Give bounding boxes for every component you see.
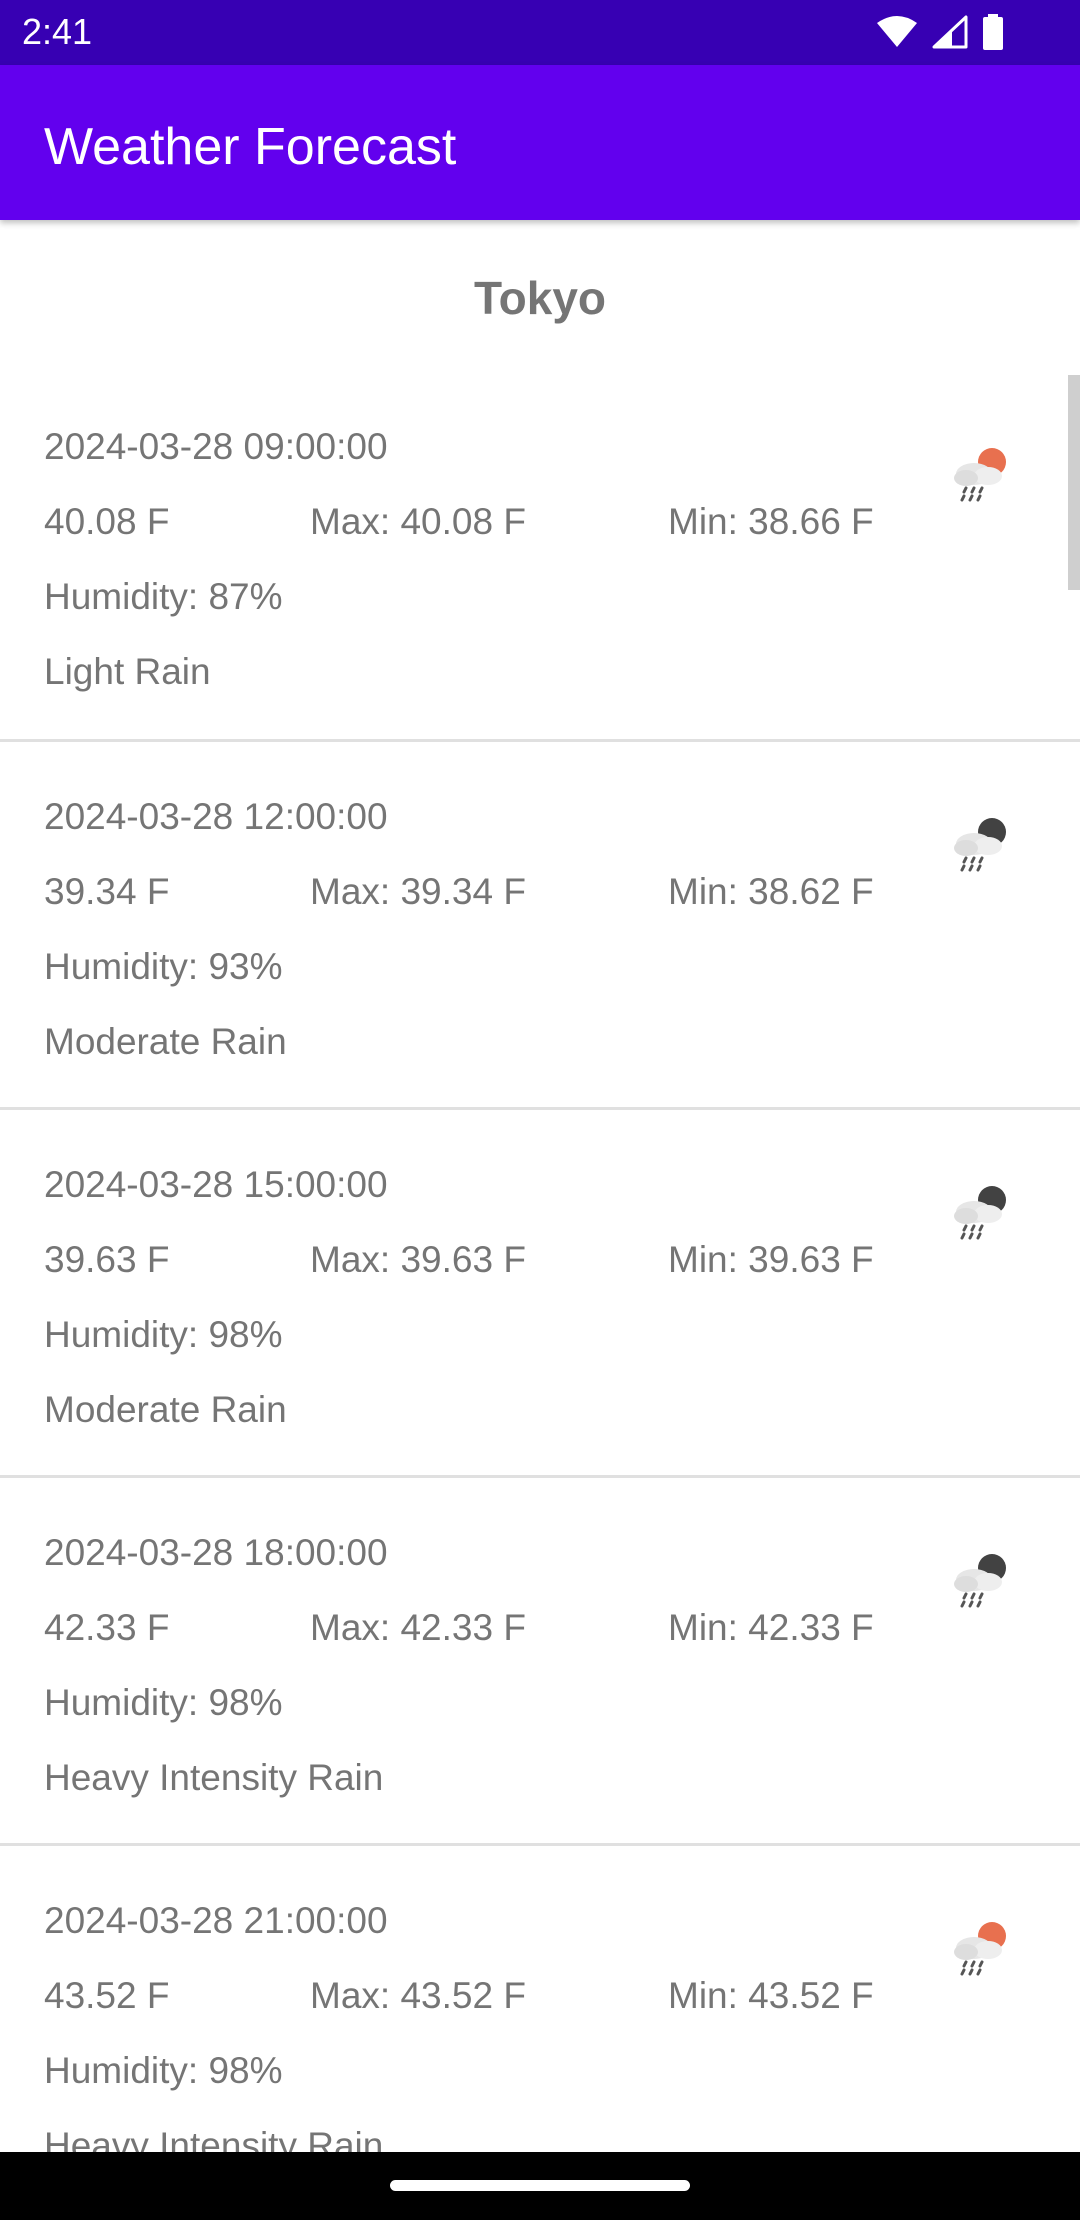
forecast-min: Min: 42.33 F xyxy=(668,1607,874,1648)
status-bar: 2:41 xyxy=(0,0,1080,65)
forecast-item[interactable]: 2024-03-28 12:00:00 39.34 F Max: 39.34 F… xyxy=(0,742,1080,1110)
rain-day-icon xyxy=(948,1918,1012,1982)
status-time: 2:41 xyxy=(22,11,93,52)
app-bar: Weather Forecast xyxy=(0,65,1080,220)
forecast-description: Heavy Intensity Rain xyxy=(44,1757,384,1798)
forecast-max: Max: 40.08 F xyxy=(310,501,526,542)
forecast-item[interactable]: 2024-03-28 15:00:00 39.63 F Max: 39.63 F… xyxy=(0,1110,1080,1478)
forecast-description: Moderate Rain xyxy=(44,1021,287,1062)
forecast-temp: 42.33 F xyxy=(44,1607,170,1648)
forecast-humidity: Humidity: 98% xyxy=(44,2050,283,2091)
forecast-datetime: 2024-03-28 12:00:00 xyxy=(44,796,388,837)
forecast-humidity: Humidity: 87% xyxy=(44,576,283,617)
forecast-min: Min: 38.62 F xyxy=(668,871,874,912)
forecast-list[interactable]: 2024-03-28 09:00:00 40.08 F Max: 40.08 F… xyxy=(0,372,1080,2152)
app-title: Weather Forecast xyxy=(44,118,457,176)
battery-icon xyxy=(982,14,1004,55)
scrollbar-thumb[interactable] xyxy=(1068,375,1080,590)
navigation-bar xyxy=(0,2152,1080,2220)
forecast-description: Light Rain xyxy=(44,651,211,692)
forecast-temp: 39.63 F xyxy=(44,1239,170,1280)
forecast-datetime: 2024-03-28 18:00:00 xyxy=(44,1532,388,1573)
forecast-max: Max: 42.33 F xyxy=(310,1607,526,1648)
forecast-description: Moderate Rain xyxy=(44,1389,287,1430)
rain-night-icon xyxy=(948,1182,1012,1246)
forecast-min: Min: 38.66 F xyxy=(668,501,874,542)
forecast-datetime: 2024-03-28 21:00:00 xyxy=(44,1900,388,1941)
forecast-humidity: Humidity: 98% xyxy=(44,1682,283,1723)
forecast-datetime: 2024-03-28 15:00:00 xyxy=(44,1164,388,1205)
wifi-icon xyxy=(876,15,918,54)
forecast-item[interactable]: 2024-03-28 21:00:00 43.52 F Max: 43.52 F… xyxy=(0,1846,1080,2152)
forecast-max: Max: 39.34 F xyxy=(310,871,526,912)
forecast-max: Max: 43.52 F xyxy=(310,1975,526,2016)
rain-night-icon xyxy=(948,1550,1012,1614)
rain-night-icon xyxy=(948,814,1012,878)
forecast-min: Min: 43.52 F xyxy=(668,1975,874,2016)
forecast-datetime: 2024-03-28 09:00:00 xyxy=(44,426,388,467)
status-icons xyxy=(876,14,1004,55)
forecast-temp: 40.08 F xyxy=(44,501,170,542)
forecast-min: Min: 39.63 F xyxy=(668,1239,874,1280)
forecast-humidity: Humidity: 98% xyxy=(44,1314,283,1355)
forecast-item[interactable]: 2024-03-28 09:00:00 40.08 F Max: 40.08 F… xyxy=(0,372,1080,742)
forecast-temp: 43.52 F xyxy=(44,1975,170,2016)
home-gesture-handle[interactable] xyxy=(390,2180,690,2191)
forecast-description: Heavy Intensity Rain xyxy=(44,2125,384,2152)
forecast-temp: 39.34 F xyxy=(44,871,170,912)
forecast-max: Max: 39.63 F xyxy=(310,1239,526,1280)
rain-day-icon xyxy=(948,444,1012,508)
signal-icon xyxy=(932,15,968,54)
city-name: Tokyo xyxy=(473,272,607,324)
forecast-humidity: Humidity: 93% xyxy=(44,946,283,987)
forecast-item[interactable]: 2024-03-28 18:00:00 42.33 F Max: 42.33 F… xyxy=(0,1478,1080,1846)
